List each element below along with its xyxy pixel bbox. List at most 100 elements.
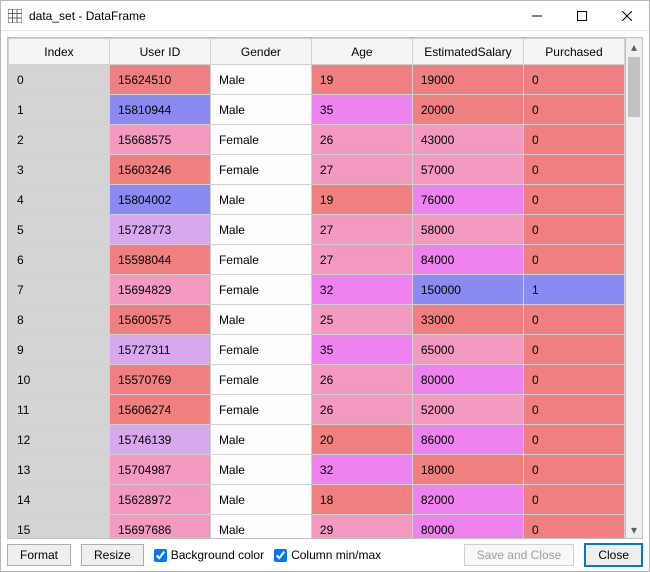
cell-salary[interactable]: 80000: [412, 515, 523, 539]
cell-salary[interactable]: 33000: [412, 305, 523, 335]
col-header-salary[interactable]: EstimatedSalary: [412, 39, 523, 65]
cell-gender[interactable]: Male: [210, 485, 311, 515]
cell-gender[interactable]: Male: [210, 425, 311, 455]
cell-age[interactable]: 29: [311, 515, 412, 539]
cell-userid[interactable]: 15603246: [109, 155, 210, 185]
cell-index[interactable]: 10: [9, 365, 110, 395]
cell-salary[interactable]: 43000: [412, 125, 523, 155]
cell-userid[interactable]: 15598044: [109, 245, 210, 275]
vertical-scrollbar[interactable]: ▴ ▾: [626, 37, 643, 539]
cell-index[interactable]: 7: [9, 275, 110, 305]
cell-age[interactable]: 25: [311, 305, 412, 335]
minmax-checkbox-input[interactable]: [274, 549, 287, 562]
cell-gender[interactable]: Male: [210, 185, 311, 215]
col-header-gender[interactable]: Gender: [210, 39, 311, 65]
bgcolor-checkbox-input[interactable]: [154, 549, 167, 562]
cell-salary[interactable]: 18000: [412, 455, 523, 485]
close-button[interactable]: Close: [584, 543, 643, 567]
maximize-button[interactable]: [559, 1, 604, 31]
col-header-purchased[interactable]: Purchased: [523, 39, 624, 65]
table-row[interactable]: 615598044Female27840000: [9, 245, 625, 275]
table-row[interactable]: 415804002Male19760000: [9, 185, 625, 215]
cell-userid[interactable]: 15804002: [109, 185, 210, 215]
cell-salary[interactable]: 84000: [412, 245, 523, 275]
cell-purchased[interactable]: 0: [523, 185, 624, 215]
col-header-userid[interactable]: User ID: [109, 39, 210, 65]
table-row[interactable]: 915727311Female35650000: [9, 335, 625, 365]
cell-userid[interactable]: 15606274: [109, 395, 210, 425]
table-row[interactable]: 1115606274Female26520000: [9, 395, 625, 425]
cell-purchased[interactable]: 0: [523, 95, 624, 125]
table-row[interactable]: 515728773Male27580000: [9, 215, 625, 245]
cell-purchased[interactable]: 0: [523, 125, 624, 155]
cell-gender[interactable]: Female: [210, 365, 311, 395]
cell-userid[interactable]: 15697686: [109, 515, 210, 539]
scroll-track[interactable]: [626, 55, 642, 521]
minimize-button[interactable]: [514, 1, 559, 31]
table-row[interactable]: 315603246Female27570000: [9, 155, 625, 185]
cell-age[interactable]: 26: [311, 395, 412, 425]
cell-gender[interactable]: Male: [210, 455, 311, 485]
cell-gender[interactable]: Female: [210, 275, 311, 305]
cell-salary[interactable]: 86000: [412, 425, 523, 455]
resize-button[interactable]: Resize: [81, 544, 144, 566]
cell-userid[interactable]: 15600575: [109, 305, 210, 335]
cell-purchased[interactable]: 0: [523, 305, 624, 335]
cell-gender[interactable]: Female: [210, 155, 311, 185]
cell-purchased[interactable]: 0: [523, 485, 624, 515]
cell-index[interactable]: 5: [9, 215, 110, 245]
cell-age[interactable]: 32: [311, 275, 412, 305]
cell-index[interactable]: 12: [9, 425, 110, 455]
cell-gender[interactable]: Female: [210, 335, 311, 365]
scroll-thumb[interactable]: [628, 57, 640, 117]
cell-gender[interactable]: Female: [210, 245, 311, 275]
scroll-down-arrow-icon[interactable]: ▾: [626, 521, 642, 538]
cell-gender[interactable]: Male: [210, 95, 311, 125]
cell-age[interactable]: 20: [311, 425, 412, 455]
cell-age[interactable]: 27: [311, 215, 412, 245]
cell-age[interactable]: 27: [311, 155, 412, 185]
format-button[interactable]: Format: [7, 544, 71, 566]
cell-age[interactable]: 35: [311, 335, 412, 365]
cell-salary[interactable]: 52000: [412, 395, 523, 425]
col-header-index[interactable]: Index: [9, 39, 110, 65]
cell-userid[interactable]: 15746139: [109, 425, 210, 455]
table-row[interactable]: 015624510Male19190000: [9, 65, 625, 95]
cell-purchased[interactable]: 0: [523, 515, 624, 539]
table-row[interactable]: 815600575Male25330000: [9, 305, 625, 335]
table-row[interactable]: 115810944Male35200000: [9, 95, 625, 125]
cell-age[interactable]: 26: [311, 365, 412, 395]
cell-userid[interactable]: 15728773: [109, 215, 210, 245]
cell-userid[interactable]: 15624510: [109, 65, 210, 95]
col-header-age[interactable]: Age: [311, 39, 412, 65]
table-row[interactable]: 1415628972Male18820000: [9, 485, 625, 515]
minmax-checkbox[interactable]: Column min/max: [274, 548, 381, 562]
cell-purchased[interactable]: 0: [523, 395, 624, 425]
cell-purchased[interactable]: 1: [523, 275, 624, 305]
cell-salary[interactable]: 82000: [412, 485, 523, 515]
bgcolor-checkbox[interactable]: Background color: [154, 548, 264, 562]
cell-gender[interactable]: Female: [210, 395, 311, 425]
cell-age[interactable]: 35: [311, 95, 412, 125]
table-row[interactable]: 1315704987Male32180000: [9, 455, 625, 485]
cell-purchased[interactable]: 0: [523, 365, 624, 395]
cell-index[interactable]: 9: [9, 335, 110, 365]
cell-index[interactable]: 2: [9, 125, 110, 155]
cell-userid[interactable]: 15727311: [109, 335, 210, 365]
cell-purchased[interactable]: 0: [523, 245, 624, 275]
cell-index[interactable]: 13: [9, 455, 110, 485]
cell-salary[interactable]: 58000: [412, 215, 523, 245]
cell-index[interactable]: 0: [9, 65, 110, 95]
cell-gender[interactable]: Male: [210, 305, 311, 335]
cell-index[interactable]: 8: [9, 305, 110, 335]
cell-age[interactable]: 19: [311, 185, 412, 215]
cell-userid[interactable]: 15628972: [109, 485, 210, 515]
cell-gender[interactable]: Male: [210, 515, 311, 539]
cell-userid[interactable]: 15810944: [109, 95, 210, 125]
scroll-up-arrow-icon[interactable]: ▴: [626, 38, 642, 55]
table-row[interactable]: 715694829Female321500001: [9, 275, 625, 305]
cell-salary[interactable]: 150000: [412, 275, 523, 305]
cell-userid[interactable]: 15570769: [109, 365, 210, 395]
cell-userid[interactable]: 15694829: [109, 275, 210, 305]
cell-index[interactable]: 14: [9, 485, 110, 515]
